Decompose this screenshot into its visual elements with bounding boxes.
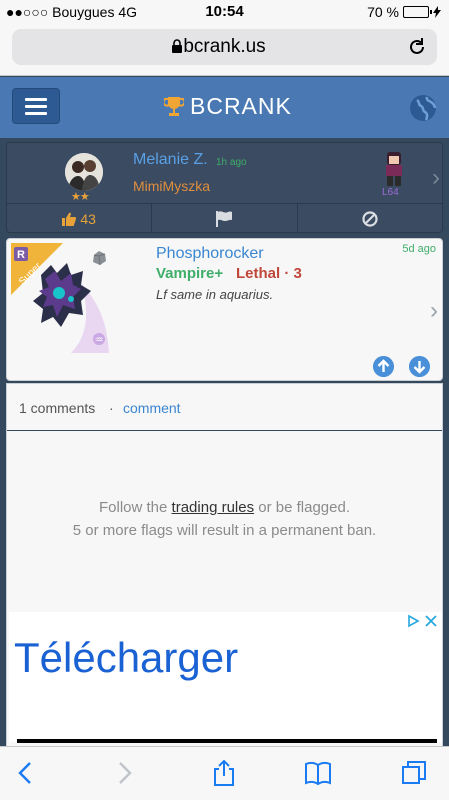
brand-logo[interactable]: BCRANK <box>164 93 292 120</box>
trophy-icon <box>164 96 184 116</box>
tabs-icon[interactable] <box>400 759 428 787</box>
comment-count: 1 comments <box>19 400 96 416</box>
adchoices-icon[interactable] <box>406 614 420 628</box>
post-card[interactable]: ★★ Melanie Z. 1h ago MimiMyszka L64 › 43 <box>6 142 443 233</box>
comment-link[interactable]: comment <box>123 400 181 416</box>
charging-icon <box>433 6 441 18</box>
separator-dot: · <box>109 400 114 416</box>
reload-icon[interactable] <box>407 37 427 57</box>
menu-icon-bar <box>25 97 47 101</box>
app-header: BCRANK <box>0 77 449 138</box>
back-icon[interactable] <box>12 759 40 787</box>
battery: 70 % <box>367 4 441 20</box>
advertisement[interactable]: Télécharger <box>9 612 442 743</box>
aquarius-icon: ♒ <box>95 335 104 346</box>
globe-icon[interactable] <box>409 94 437 122</box>
browser-url-bar: bcrank.us <box>0 24 449 76</box>
forward-icon[interactable] <box>110 759 138 787</box>
browser-toolbar <box>0 746 449 800</box>
menu-icon-bar <box>25 104 47 108</box>
trade-note: Lf same in aquarius. <box>156 287 274 302</box>
trading-rules-link[interactable]: trading rules <box>172 499 255 516</box>
ad-controls <box>406 614 438 628</box>
rare-badge-label: R <box>17 249 25 261</box>
upvote-button[interactable] <box>373 356 394 377</box>
download-button[interactable]: Télécharger <box>14 634 238 682</box>
trait-tag-vampire: Vampire+ <box>156 265 224 282</box>
ad-text-cutoff <box>17 739 437 743</box>
address-field[interactable]: bcrank.us <box>12 29 437 65</box>
status-bar: ●●○○○ Bouygues 4G 10:54 70 % <box>0 0 449 24</box>
trade-time-ago: 5d ago <box>402 243 436 255</box>
rules-prefix: Follow the <box>99 499 172 516</box>
like-count: 43 <box>80 210 96 227</box>
menu-button[interactable] <box>12 88 60 124</box>
bookmarks-icon[interactable] <box>304 759 332 787</box>
rating-stars: ★★ <box>71 191 90 203</box>
flag-button[interactable] <box>152 204 298 233</box>
brand-name: BCRANK <box>190 93 292 119</box>
post-user-name[interactable]: Melanie Z. <box>133 151 208 169</box>
menu-icon-bar <box>25 111 47 115</box>
block-icon <box>362 210 378 227</box>
post-time-ago: 1h ago <box>216 157 247 168</box>
rules-notice: Follow the trading rules or be flagged. … <box>7 496 442 542</box>
chevron-right-icon[interactable]: › <box>432 164 440 192</box>
close-icon[interactable] <box>424 614 438 628</box>
block-button[interactable] <box>298 204 442 233</box>
flag-icon <box>216 210 233 227</box>
post-actions: 43 <box>7 203 442 233</box>
downvote-button[interactable] <box>409 356 430 377</box>
roblox-username[interactable]: MimiMyszka <box>133 178 210 194</box>
battery-percent: 70 % <box>367 4 399 20</box>
player-level: L64 <box>382 187 399 198</box>
url-text: bcrank.us <box>183 36 266 57</box>
thumbs-up-icon <box>62 212 77 226</box>
trade-item-name[interactable]: Phosphorocker <box>156 245 264 263</box>
comments-bar: 1 comments · comment <box>7 384 442 431</box>
ban-warning: 5 or more flags will result in a permane… <box>72 522 377 539</box>
share-icon[interactable] <box>210 759 238 787</box>
rules-suffix: or be flagged. <box>254 499 350 516</box>
avatar[interactable] <box>65 153 103 191</box>
trade-card[interactable]: R Super ♒ Phosphorocker 5d ago Vampire+ … <box>6 238 443 381</box>
trait-tag-lethal: Lethal · 3 <box>236 265 302 282</box>
battery-icon <box>403 6 432 18</box>
avatar-image <box>65 153 103 191</box>
character-avatar <box>386 152 402 186</box>
chevron-right-icon[interactable]: › <box>430 297 438 325</box>
like-button[interactable]: 43 <box>7 204 153 233</box>
stone-icon <box>93 251 106 266</box>
